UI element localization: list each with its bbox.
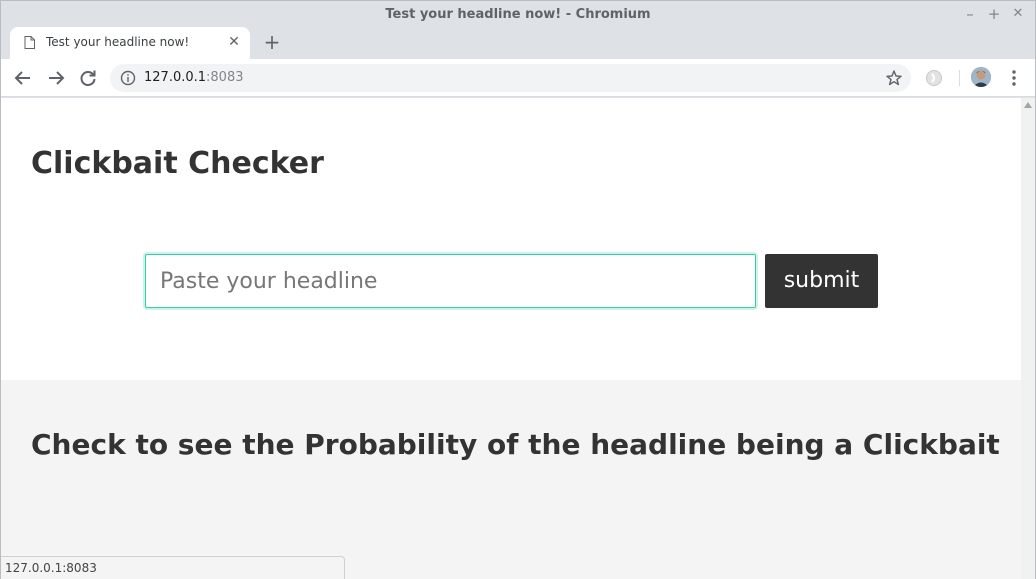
page-viewport: Clickbait Checker submit Check to see th… [1, 98, 1021, 579]
site-info-icon[interactable] [120, 70, 136, 86]
bookmark-star-icon[interactable] [885, 69, 903, 87]
window-title: Test your headline now! - Chromium [385, 7, 651, 22]
browser-window: Test your headline now! - Chromium – + ✕… [0, 0, 1036, 579]
new-tab-button[interactable]: + [261, 31, 283, 53]
hero-section: Clickbait Checker submit [1, 98, 1021, 380]
page-icon [24, 36, 35, 49]
url-text[interactable]: 127.0.0.1:8083 [144, 70, 244, 85]
extension-icon[interactable] [925, 69, 943, 87]
title-bar: Test your headline now! - Chromium – + ✕ [1, 1, 1035, 27]
address-bar[interactable]: 127.0.0.1:8083 [110, 64, 911, 92]
page-scrollbar[interactable] [1021, 98, 1035, 579]
profile-avatar[interactable] [971, 67, 991, 87]
maximize-button[interactable]: + [985, 5, 1003, 23]
back-arrow-icon[interactable] [12, 67, 34, 89]
status-bar: 127.0.0.1:8083 [1, 556, 345, 579]
headline-input[interactable] [145, 254, 756, 308]
forward-arrow-icon[interactable] [45, 67, 67, 89]
tab-title: Test your headline now! [46, 35, 190, 49]
close-window-button[interactable]: ✕ [1009, 5, 1027, 23]
result-section: Check to see the Probability of the head… [1, 380, 1021, 579]
tab-active[interactable]: Test your headline now! ✕ [10, 27, 250, 59]
page-title: Clickbait Checker [31, 146, 324, 181]
reload-icon[interactable] [77, 67, 99, 89]
url-port: :8083 [206, 70, 244, 85]
toolbar-divider [959, 70, 960, 86]
url-host: 127.0.0.1 [144, 70, 207, 85]
more-menu-icon[interactable] [1006, 68, 1022, 88]
submit-button[interactable]: submit [765, 254, 878, 308]
minimize-button[interactable]: – [961, 5, 979, 23]
tab-close-icon[interactable]: ✕ [226, 34, 242, 50]
avatar-icon [971, 67, 991, 87]
status-url: 127.0.0.1:8083 [5, 561, 97, 575]
scroll-up-arrow-icon[interactable] [1024, 102, 1032, 108]
tab-strip: Test your headline now! ✕ + [1, 27, 1035, 59]
result-heading: Check to see the Probability of the head… [31, 428, 1000, 461]
toolbar: 127.0.0.1:8083 [1, 59, 1035, 97]
